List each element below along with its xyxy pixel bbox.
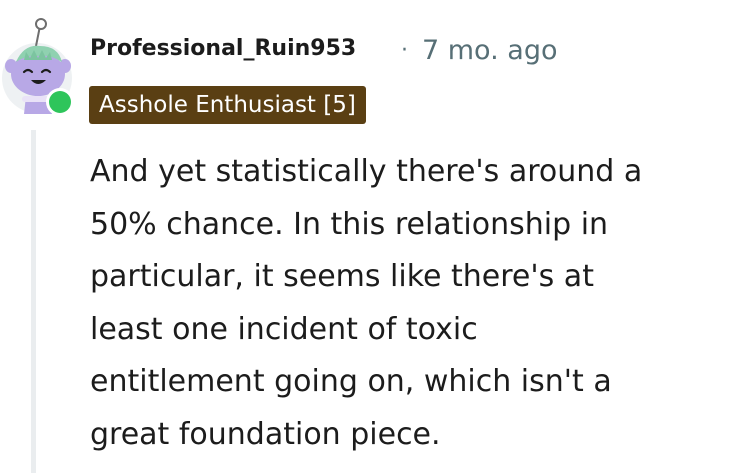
comment-body-line: entitlement going on, which isn't a [90, 364, 612, 399]
comment-body-line: 50% chance. In this relationship in [90, 206, 609, 242]
username-link[interactable]: Professional_Ruin953 [90, 36, 356, 61]
comment-body-line: And yet statistically there's around a [90, 154, 643, 189]
comment-timestamp[interactable]: 7 mo. ago [422, 35, 557, 66]
thread-line[interactable] [31, 130, 36, 473]
comment-body: And yet statistically there's around a 5… [90, 146, 710, 461]
comment-body-line: great foundation piece. [90, 416, 441, 452]
comment-body-line: least one incident of toxic [90, 311, 478, 347]
comment-body-line: particular, it seems like there's at [90, 259, 594, 294]
user-flair-badge: Asshole Enthusiast [5] [89, 86, 366, 124]
comment: Professional_Ruin953 · 7 mo. ago Asshole… [0, 0, 734, 473]
online-status-icon [46, 88, 74, 116]
meta-separator: · [401, 38, 408, 63]
